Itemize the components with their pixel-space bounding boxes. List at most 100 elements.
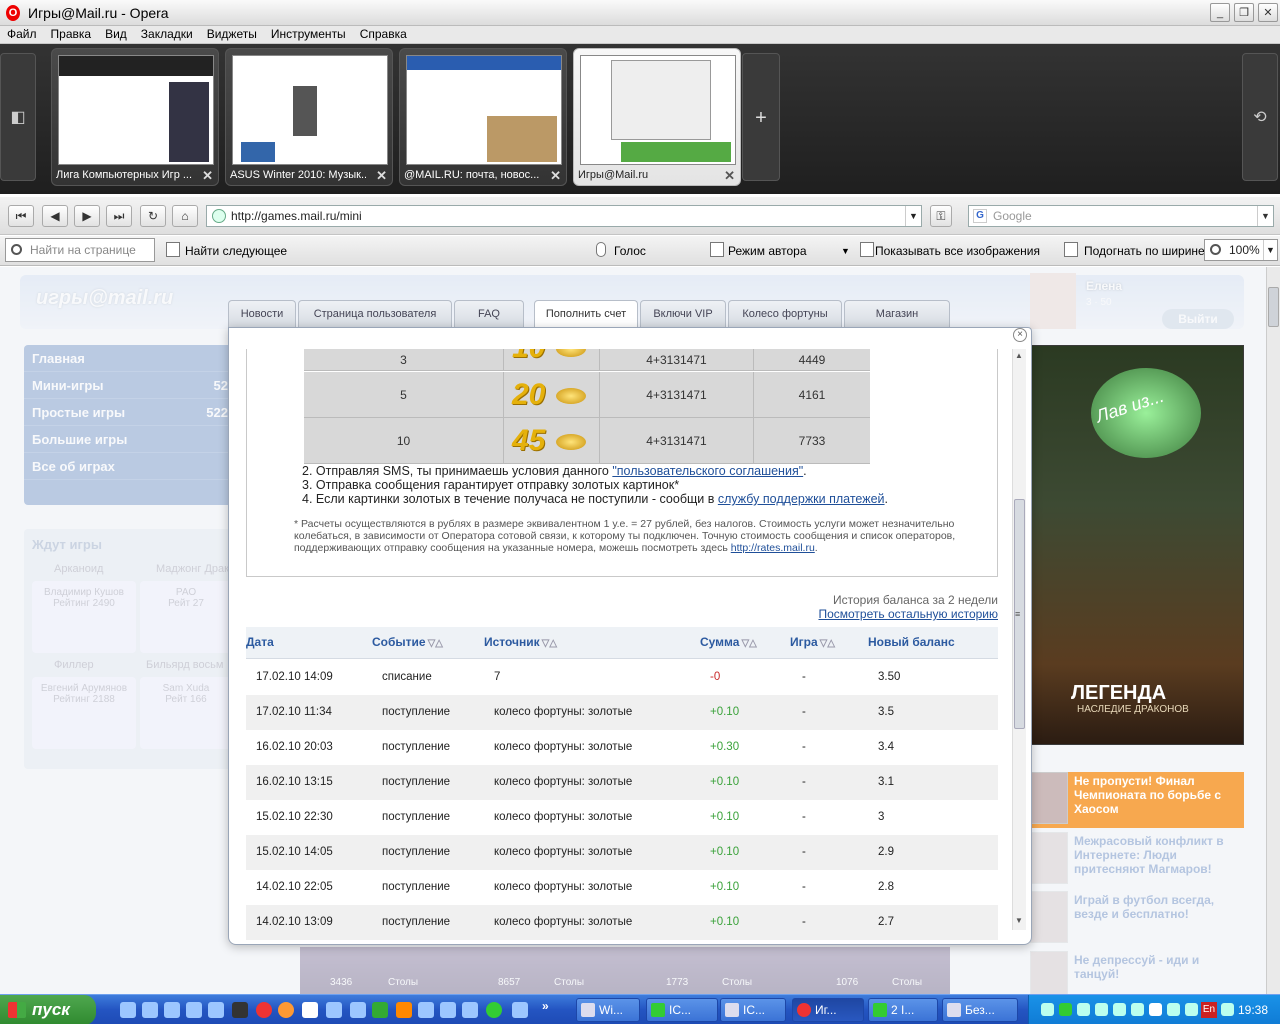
chevron-down-icon[interactable]: ▼	[1263, 240, 1277, 260]
column-new-balance[interactable]: Новый баланс	[868, 627, 955, 659]
vlc-icon[interactable]	[396, 1002, 412, 1018]
menu-edit[interactable]: Правка	[44, 26, 99, 43]
user-name[interactable]: Елена	[1086, 279, 1122, 293]
menu-widgets[interactable]: Виджеты	[200, 26, 264, 43]
tab-close-icon[interactable]: ✕	[202, 168, 213, 184]
scroll-down-icon[interactable]: ▼	[1015, 916, 1023, 925]
minimize-button[interactable]: _	[1210, 3, 1230, 22]
news-link[interactable]: Не пропусти! Финал Чемпионата по борьбе …	[1074, 774, 1242, 816]
quicklaunch-icon[interactable]	[142, 1002, 158, 1018]
quicklaunch-icon[interactable]	[418, 1002, 434, 1018]
promo-banner[interactable]: Лав из... ЛЕГЕНДА НАСЛЕДИЕ ДРАКОНОВ	[1030, 345, 1244, 745]
tab-faq[interactable]: FAQ	[454, 300, 524, 328]
tray-icon[interactable]	[1077, 1003, 1090, 1016]
new-tab-button[interactable]: +	[742, 53, 780, 181]
tab-fortune-wheel[interactable]: Колесо фортуны	[728, 300, 842, 328]
chevron-down-icon[interactable]: ▼	[841, 246, 850, 256]
tab-news[interactable]: Новости	[228, 300, 296, 328]
menu-file[interactable]: Файл	[0, 26, 44, 43]
menu-tools[interactable]: Инструменты	[264, 26, 353, 43]
nav-item-about-games[interactable]: Все об играх	[24, 453, 234, 480]
column-event[interactable]: Событие ▽△	[372, 627, 443, 659]
tray-icon[interactable]	[1041, 1003, 1054, 1016]
news-item[interactable]: Играй в футбол всегда, везде и бесплатно…	[1030, 891, 1244, 947]
chevron-down-icon[interactable]: ▼	[905, 206, 921, 226]
quicklaunch-icon[interactable]	[164, 1002, 180, 1018]
tray-icon[interactable]	[1095, 1003, 1108, 1016]
language-indicator[interactable]: En	[1201, 1002, 1217, 1018]
quicklaunch-icon[interactable]	[208, 1002, 224, 1018]
opera-icon[interactable]	[256, 1002, 272, 1018]
zoom-select[interactable]: 100% ▼	[1204, 239, 1278, 261]
author-mode-icon[interactable]	[710, 242, 724, 257]
key-icon[interactable]: ⚿	[930, 205, 952, 227]
voice-button[interactable]: Голос	[614, 244, 646, 258]
user-agreement-link[interactable]: "пользовательского соглашения"	[612, 464, 803, 478]
firefox-icon[interactable]	[278, 1002, 294, 1018]
tray-icon[interactable]	[1167, 1003, 1180, 1016]
player-card[interactable]: Sam Xuda Рейт 166	[140, 677, 232, 749]
quicklaunch-icon[interactable]	[232, 1002, 248, 1018]
fast-forward-button[interactable]: ⏭	[106, 205, 132, 227]
nav-item-big-games[interactable]: Большие игры	[24, 426, 234, 453]
player-card[interactable]: Евгений Арумянов Рейтинг 2188	[32, 677, 136, 749]
reload-button[interactable]: ↻	[140, 205, 166, 227]
column-date[interactable]: Дата	[246, 627, 274, 659]
scroll-up-icon[interactable]: ▲	[1015, 351, 1023, 360]
quicklaunch-icon[interactable]	[350, 1002, 366, 1018]
search-input[interactable]: G Google ▼	[968, 205, 1274, 227]
close-window-button[interactable]: ✕	[1258, 3, 1278, 22]
taskbar-button[interactable]: IC...	[720, 998, 786, 1022]
news-link[interactable]: Не депрессуй - иди и танцуй!	[1074, 953, 1242, 981]
chevron-more-icon[interactable]: »	[542, 999, 549, 1013]
games-strip[interactable]: 3436 Столы 8657 Столы 1773 Столы 1076 Ст…	[300, 947, 950, 994]
address-input[interactable]: http://games.mail.ru/mini ▼	[206, 205, 922, 227]
player-card[interactable]: Владимир Кушов Рейтинг 2490	[32, 581, 136, 653]
tab-vip[interactable]: Включи VIP	[640, 300, 726, 328]
tab-close-icon[interactable]: ✕	[550, 168, 561, 184]
find-next-button[interactable]: Найти следующее	[185, 244, 287, 258]
news-link[interactable]: Играй в футбол всегда, везде и бесплатно…	[1074, 893, 1242, 921]
closed-tabs-icon[interactable]: ⟲	[1242, 53, 1278, 181]
find-next-icon[interactable]	[166, 242, 180, 257]
forward-button[interactable]: ▶	[74, 205, 100, 227]
quicklaunch-icon[interactable]	[462, 1002, 478, 1018]
author-mode-button[interactable]: Режим автора	[728, 244, 807, 258]
taskbar-button[interactable]: IC...	[646, 998, 718, 1022]
tab-close-icon[interactable]: ✕	[724, 168, 735, 184]
tray-icon[interactable]	[1185, 1003, 1198, 1016]
panel-toggle-icon[interactable]: ◧	[0, 53, 36, 181]
taskbar-button[interactable]: 2 I...	[868, 998, 938, 1022]
tab-games-mail-ru[interactable]: Игры@Mail.ru ✕	[573, 48, 741, 186]
tab-user-page[interactable]: Страница пользователя	[298, 300, 452, 328]
tray-icon[interactable]	[1059, 1003, 1072, 1016]
payment-support-link[interactable]: службу поддержки платежей	[718, 492, 885, 506]
ie-icon[interactable]	[120, 1002, 136, 1018]
tab-mail-ru[interactable]: @MAIL.RU: почта, новос... ✕	[399, 48, 567, 186]
show-images-button[interactable]: Показывать все изображения	[875, 244, 1040, 258]
tab-lk-games[interactable]: Лига Компьютерных Игр ... ✕	[51, 48, 219, 186]
icq-icon[interactable]	[486, 1002, 502, 1018]
microphone-icon[interactable]	[596, 242, 606, 257]
taskbar-button[interactable]: Без...	[942, 998, 1018, 1022]
news-item[interactable]: Не пропусти! Финал Чемпионата по борьбе …	[1030, 772, 1244, 828]
history-more-link[interactable]: Посмотреть остальную историю	[700, 607, 998, 621]
page-scrollbar[interactable]	[1266, 267, 1280, 994]
tab-shop[interactable]: Магазин	[844, 300, 950, 328]
menu-bookmarks[interactable]: Закладки	[134, 26, 200, 43]
taskbar-button-opera[interactable]: Иг...	[792, 998, 864, 1022]
tray-icon[interactable]	[1113, 1003, 1126, 1016]
site-logo[interactable]: игры@mail.ru	[36, 287, 173, 310]
fit-width-icon[interactable]	[1064, 242, 1078, 257]
maximize-button[interactable]: ❐	[1234, 3, 1254, 22]
menu-help[interactable]: Справка	[353, 26, 414, 43]
tray-icon[interactable]	[1131, 1003, 1144, 1016]
back-button[interactable]: ◀	[42, 205, 68, 227]
column-game[interactable]: Игра ▽△	[790, 627, 835, 659]
tab-top-up[interactable]: Пополнить счет	[534, 300, 638, 329]
news-item[interactable]: Межрасовый конфликт в Интернете: Люди пр…	[1030, 832, 1244, 888]
column-amount[interactable]: Сумма ▽△	[700, 627, 757, 659]
nav-item-simple-games[interactable]: Простые игры 522	[24, 399, 234, 426]
rewind-button[interactable]: ⏮	[8, 205, 34, 227]
bluetooth-icon[interactable]	[1149, 1003, 1162, 1016]
